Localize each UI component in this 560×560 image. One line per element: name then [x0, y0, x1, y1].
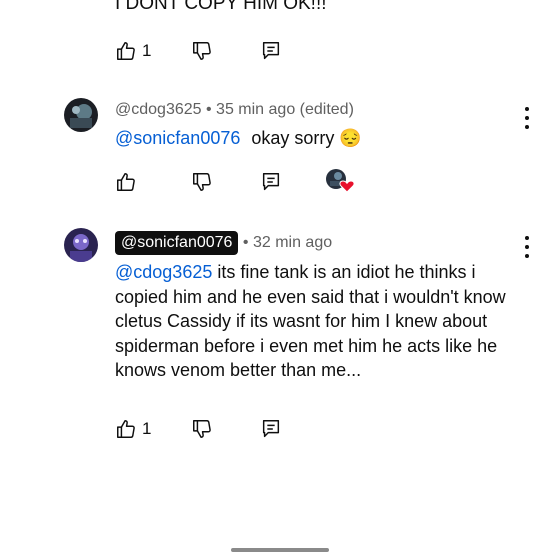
comment-body: @sonicfan0076 okay sorry 😔 — [115, 126, 535, 150]
avatar[interactable] — [64, 98, 98, 132]
avatar-purple-icon — [64, 228, 98, 262]
reply-button[interactable] — [260, 39, 282, 63]
reply-comment-icon — [262, 173, 280, 191]
reply-button[interactable] — [260, 417, 282, 441]
creator-heart-icon — [326, 169, 355, 193]
dislike-button[interactable] — [191, 39, 213, 63]
thumbs-up-icon — [117, 42, 135, 60]
thumbs-down-icon — [193, 173, 211, 191]
thumbs-down-icon — [193, 42, 211, 60]
like-count: 1 — [142, 419, 152, 438]
thumbs-down-icon — [193, 420, 211, 438]
pensive-emoji-icon: 😔 — [339, 128, 362, 148]
like-button[interactable] — [115, 170, 137, 194]
comment-text: okay sorry — [251, 128, 335, 148]
comment-meta: @cdog3625 • 35 min ago (edited) — [115, 101, 354, 119]
comment-actions: 1 — [115, 39, 315, 63]
thumbs-up-icon — [117, 420, 135, 438]
avatar[interactable] — [64, 228, 98, 262]
separator-dot: • — [242, 234, 249, 251]
reply-button[interactable] — [260, 170, 282, 194]
mention-link[interactable]: @cdog3625 — [115, 262, 212, 282]
reply-comment-icon — [262, 42, 280, 60]
author-name[interactable]: @cdog3625 — [115, 101, 202, 118]
comment-actions: 1 — [115, 417, 315, 441]
comment-text-tail: I DONT COPY HIM OK!!! — [115, 0, 327, 14]
reply-comment-icon — [262, 420, 280, 438]
more-options-button[interactable] — [524, 236, 530, 258]
like-count: 1 — [142, 41, 152, 60]
mention-link[interactable]: @sonicfan0076 — [115, 128, 240, 148]
home-indicator[interactable] — [231, 548, 329, 552]
dislike-button[interactable] — [191, 170, 213, 194]
comment-meta: @sonicfan0076 • 32 min ago — [115, 231, 332, 255]
creator-heart-badge — [325, 169, 355, 193]
comment-actions — [115, 169, 365, 194]
dislike-button[interactable] — [191, 417, 213, 441]
like-button[interactable]: 1 — [115, 417, 151, 441]
author-name[interactable]: @sonicfan0076 — [115, 231, 239, 255]
thumbs-up-icon — [117, 173, 135, 191]
separator-dot: • — [205, 101, 212, 118]
like-button[interactable]: 1 — [115, 39, 151, 63]
timestamp: 32 min ago — [252, 234, 333, 251]
comment-body: @cdog3625 its fine tank is an idiot he t… — [115, 260, 515, 383]
timestamp: 35 min ago (edited) — [216, 101, 354, 118]
avatar-dark-icon — [64, 98, 98, 132]
